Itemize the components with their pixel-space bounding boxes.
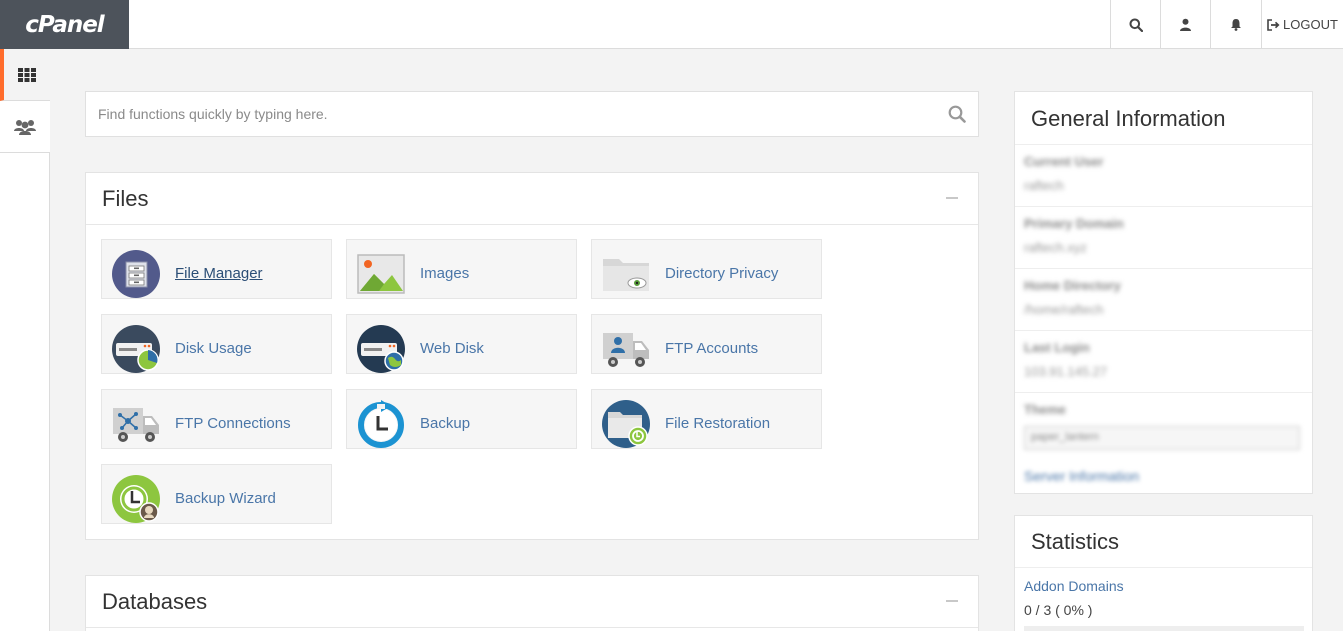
info-row-theme: Theme paper_lantern xyxy=(1015,392,1312,460)
info-key: Theme xyxy=(1024,402,1066,417)
ftp-accounts-icon xyxy=(603,333,649,367)
server-information-link[interactable]: Server Information xyxy=(1024,468,1139,484)
tile-backup-wizard[interactable]: Backup Wizard xyxy=(101,464,332,524)
tile-label[interactable]: File Restoration xyxy=(665,415,770,432)
logout-icon xyxy=(1267,18,1280,31)
panel-title: Databases xyxy=(102,589,208,614)
tile-label[interactable]: Images xyxy=(420,265,469,282)
header-search-button[interactable] xyxy=(1110,0,1160,49)
info-value: 103.91.145.27 xyxy=(1024,364,1108,379)
info-row-last-login: Last Login 103.91.145.27 xyxy=(1015,330,1312,392)
tile-label[interactable]: File Manager xyxy=(175,265,263,282)
collapse-icon[interactable] xyxy=(946,197,958,199)
images-icon xyxy=(357,254,405,294)
tile-label[interactable]: Backup Wizard xyxy=(175,490,276,507)
user-icon xyxy=(1180,18,1191,31)
stat-name-addon-domains[interactable]: Addon Domains xyxy=(1024,578,1124,594)
info-value: /home/raftech xyxy=(1024,302,1104,317)
tile-file-manager[interactable]: File Manager xyxy=(101,239,332,299)
info-row-primary-domain: Primary Domain raftech.xyz xyxy=(1015,206,1312,268)
databases-panel: Databases xyxy=(85,575,979,631)
stat-progress-bar xyxy=(1024,626,1304,631)
theme-select[interactable]: paper_lantern xyxy=(1024,426,1300,450)
stat-value: 0 / 3 ( 0% ) xyxy=(1024,602,1093,618)
tile-label[interactable]: FTP Connections xyxy=(175,415,291,432)
function-search-box xyxy=(85,91,979,137)
rail-item-home[interactable] xyxy=(0,49,50,101)
tile-file-restoration[interactable]: File Restoration xyxy=(591,389,822,449)
info-key: Home Directory xyxy=(1024,278,1121,293)
files-panel-header: Files xyxy=(86,173,978,225)
bell-icon xyxy=(1231,19,1241,31)
databases-panel-header: Databases xyxy=(86,576,978,628)
file-restoration-icon xyxy=(602,400,650,448)
info-value: raftech xyxy=(1024,178,1064,193)
tile-label[interactable]: FTP Accounts xyxy=(665,340,758,357)
ftp-connections-icon xyxy=(113,408,159,442)
panel-title: General Information xyxy=(1031,106,1226,131)
panel-title: Statistics xyxy=(1031,529,1120,554)
rail-item-users[interactable] xyxy=(0,101,50,153)
grid-icon xyxy=(18,67,36,82)
file-manager-icon xyxy=(112,250,160,298)
tile-label[interactable]: Backup xyxy=(420,415,470,432)
users-icon xyxy=(14,119,36,135)
statistics-panel: Statistics Addon Domains 0 / 3 ( 0% ) xyxy=(1014,515,1313,631)
tile-disk-usage[interactable]: Disk Usage xyxy=(101,314,332,374)
search-icon xyxy=(1129,18,1143,32)
notifications-button[interactable] xyxy=(1210,0,1261,49)
logo-text: cPanel xyxy=(25,11,104,38)
tile-web-disk[interactable]: Web Disk xyxy=(346,314,577,374)
function-search-input[interactable] xyxy=(86,92,936,136)
general-information-panel: General Information Current User raftech… xyxy=(1014,91,1313,494)
panel-title: Files xyxy=(102,186,149,211)
disk-usage-icon xyxy=(112,325,160,373)
files-panel: Files File Manager Images Directory Priv… xyxy=(85,172,979,540)
tile-label[interactable]: Disk Usage xyxy=(175,340,252,357)
tile-ftp-connections[interactable]: FTP Connections xyxy=(101,389,332,449)
backup-icon xyxy=(358,400,404,448)
backup-wizard-icon xyxy=(112,475,160,523)
logout-label: LOGOUT xyxy=(1283,17,1338,32)
info-key: Last Login xyxy=(1024,340,1090,355)
logout-button[interactable]: LOGOUT xyxy=(1261,0,1343,49)
tile-backup[interactable]: Backup xyxy=(346,389,577,449)
top-bar: cPanel LOGOUT xyxy=(0,0,1343,49)
info-key: Current User xyxy=(1024,154,1104,169)
tile-images[interactable]: Images xyxy=(346,239,577,299)
tile-label[interactable]: Directory Privacy xyxy=(665,265,778,282)
cpanel-logo[interactable]: cPanel xyxy=(0,0,129,49)
tile-directory-privacy[interactable]: Directory Privacy xyxy=(591,239,822,299)
info-row-current-user: Current User raftech xyxy=(1015,144,1312,206)
web-disk-icon xyxy=(357,325,405,373)
tile-label[interactable]: Web Disk xyxy=(420,340,484,357)
user-preferences-button[interactable] xyxy=(1160,0,1210,49)
search-icon[interactable] xyxy=(948,105,966,123)
info-key: Primary Domain xyxy=(1024,216,1124,231)
divider xyxy=(1015,567,1312,568)
info-row-home-directory: Home Directory /home/raftech xyxy=(1015,268,1312,330)
tile-ftp-accounts[interactable]: FTP Accounts xyxy=(591,314,822,374)
collapse-icon[interactable] xyxy=(946,600,958,602)
left-rail xyxy=(0,49,50,631)
directory-privacy-icon xyxy=(603,259,649,291)
info-value: raftech.xyz xyxy=(1024,240,1087,255)
